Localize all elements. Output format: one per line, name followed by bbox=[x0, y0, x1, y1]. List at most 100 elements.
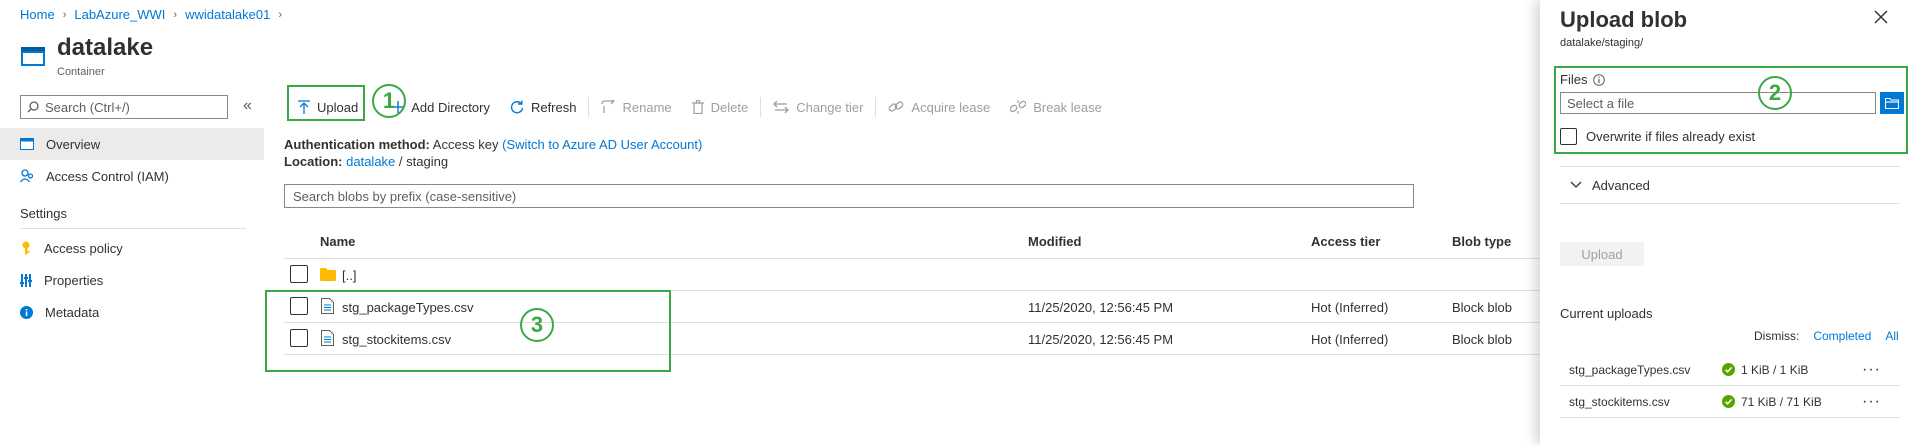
annotation-number-1: 1 bbox=[372, 84, 406, 118]
search-icon bbox=[27, 101, 39, 113]
column-header-modified[interactable]: Modified bbox=[1028, 234, 1081, 249]
sidebar-item-metadata[interactable]: Metadata bbox=[0, 296, 264, 328]
delete-label: Delete bbox=[710, 99, 749, 115]
advanced-label: Advanced bbox=[1592, 177, 1650, 193]
container-icon bbox=[20, 44, 46, 68]
change-tier-button[interactable]: Change tier bbox=[763, 92, 873, 122]
dismiss-completed-link[interactable]: Completed bbox=[1813, 329, 1871, 343]
collapse-nav-icon[interactable]: « bbox=[243, 97, 252, 115]
upload-submit-button[interactable]: Upload bbox=[1560, 242, 1644, 266]
change-tier-label: Change tier bbox=[796, 99, 864, 115]
sidebar-item-access-control[interactable]: Access Control (IAM) bbox=[0, 160, 264, 192]
toolbar: Upload Add Directory Refresh Rename Dele… bbox=[288, 90, 1112, 124]
upload-item-status: 1 KiB / 1 KiB bbox=[1722, 363, 1862, 377]
auth-method-label: Authentication method: bbox=[284, 137, 430, 152]
sidebar-item-label: Access Control (IAM) bbox=[46, 168, 169, 184]
sidebar-item-label: Properties bbox=[44, 272, 104, 288]
more-options-icon[interactable]: ··· bbox=[1862, 361, 1881, 379]
overview-icon bbox=[20, 138, 34, 150]
rename-icon bbox=[601, 100, 616, 114]
advanced-section-toggle[interactable]: Advanced bbox=[1560, 166, 1900, 204]
sidebar-item-label: Access policy bbox=[44, 240, 123, 256]
blob-type: Block blob bbox=[1452, 332, 1512, 347]
broken-link-icon bbox=[1010, 100, 1027, 114]
rename-button[interactable]: Rename bbox=[591, 92, 681, 122]
sidebar-item-properties[interactable]: Properties bbox=[0, 264, 264, 296]
chevron-down-icon bbox=[1570, 181, 1582, 189]
auth-method: Authentication method: Access key (Switc… bbox=[284, 137, 702, 152]
close-icon[interactable] bbox=[1874, 10, 1888, 24]
page-subtitle: Container bbox=[57, 66, 105, 78]
toolbar-separator bbox=[760, 97, 762, 117]
upload-item-name: stg_stockitems.csv bbox=[1569, 394, 1670, 409]
acquire-lease-button[interactable]: Acquire lease bbox=[878, 92, 1000, 122]
add-directory-label: Add Directory bbox=[411, 99, 490, 115]
acquire-lease-label: Acquire lease bbox=[911, 99, 991, 115]
properties-icon bbox=[20, 273, 32, 287]
people-icon bbox=[20, 169, 34, 183]
blob-access-tier: Hot (Inferred) bbox=[1311, 300, 1389, 315]
break-lease-button[interactable]: Break lease bbox=[1000, 92, 1112, 122]
annotation-box-2 bbox=[1554, 66, 1908, 154]
switch-auth-link[interactable]: (Switch to Azure AD User Account) bbox=[502, 137, 702, 152]
annotation-number-3: 3 bbox=[520, 308, 554, 342]
sidebar-item-label: Overview bbox=[46, 136, 101, 152]
upload-item: stg_packageTypes.csv 1 KiB / 1 KiB ··· bbox=[1560, 354, 1900, 386]
check-circle-icon bbox=[1722, 395, 1735, 408]
link-icon bbox=[888, 100, 904, 114]
delete-button[interactable]: Delete bbox=[682, 92, 759, 122]
blob-modified: 11/25/2020, 12:56:45 PM bbox=[1028, 300, 1174, 315]
breadcrumb-home[interactable]: Home bbox=[20, 7, 55, 22]
toolbar-separator bbox=[588, 97, 590, 117]
more-options-icon[interactable]: ··· bbox=[1862, 393, 1881, 411]
sidebar-item-overview[interactable]: Overview bbox=[0, 128, 264, 160]
current-uploads-heading: Current uploads bbox=[1560, 306, 1653, 321]
breadcrumb: Home › LabAzure_WWI › wwidatalake01 › bbox=[20, 7, 282, 22]
nav-search-input[interactable]: Search (Ctrl+/) bbox=[20, 95, 228, 119]
annotation-number-2: 2 bbox=[1758, 76, 1792, 110]
sidebar-item-label: Metadata bbox=[45, 304, 100, 320]
location-datalake-link[interactable]: datalake bbox=[346, 154, 395, 169]
trash-icon bbox=[691, 100, 704, 114]
upload-item-name: stg_packageTypes.csv bbox=[1569, 362, 1691, 377]
nav-section-settings: Settings bbox=[20, 206, 67, 221]
page-title: datalake bbox=[57, 34, 154, 61]
chevron-right-icon: › bbox=[278, 8, 283, 21]
blob-search-input[interactable]: Search blobs by prefix (case-sensitive) bbox=[284, 184, 1414, 208]
column-header-blob-type[interactable]: Blob type bbox=[1452, 234, 1511, 249]
annotation-box-1 bbox=[287, 85, 365, 121]
dismiss-controls: Dismiss: Completed All bbox=[1754, 329, 1899, 343]
upload-item-size: 1 KiB / 1 KiB bbox=[1741, 362, 1809, 377]
column-header-name[interactable]: Name bbox=[320, 234, 355, 249]
upload-blob-panel: Upload blob datalake/staging/ Files Sele… bbox=[1540, 0, 1914, 445]
breadcrumb-labazure[interactable]: LabAzure_WWI bbox=[74, 7, 165, 22]
breadcrumb-storage-account[interactable]: wwidatalake01 bbox=[185, 7, 270, 22]
parent-directory-link[interactable]: [..] bbox=[342, 268, 356, 283]
blob-type: Block blob bbox=[1452, 300, 1512, 315]
swap-arrows-icon bbox=[773, 101, 790, 113]
upload-item-status: 71 KiB / 71 KiB bbox=[1722, 395, 1862, 409]
blob-access-tier: Hot (Inferred) bbox=[1311, 332, 1389, 347]
row-checkbox[interactable] bbox=[290, 265, 308, 283]
chevron-right-icon: › bbox=[173, 8, 178, 21]
break-lease-label: Break lease bbox=[1033, 99, 1102, 115]
info-icon bbox=[20, 305, 33, 319]
location-folder: staging bbox=[406, 154, 449, 169]
location: Location: datalake / staging bbox=[284, 154, 448, 169]
rename-label: Rename bbox=[622, 99, 672, 115]
table-divider bbox=[284, 258, 1544, 259]
column-header-access-tier[interactable]: Access tier bbox=[1311, 234, 1380, 249]
refresh-label: Refresh bbox=[530, 99, 577, 115]
folder-icon bbox=[320, 268, 336, 281]
dismiss-label: Dismiss: bbox=[1754, 329, 1800, 343]
refresh-icon bbox=[510, 100, 524, 114]
key-icon bbox=[20, 241, 32, 255]
dismiss-all-link[interactable]: All bbox=[1885, 329, 1898, 343]
nav-search-placeholder: Search (Ctrl+/) bbox=[45, 99, 130, 115]
check-circle-icon bbox=[1722, 363, 1735, 376]
auth-method-value: Access key bbox=[432, 137, 499, 152]
refresh-button[interactable]: Refresh bbox=[500, 92, 587, 122]
blob-modified: 11/25/2020, 12:56:45 PM bbox=[1028, 332, 1174, 347]
panel-subtitle: datalake/staging/ bbox=[1560, 37, 1644, 49]
sidebar-item-access-policy[interactable]: Access policy bbox=[0, 232, 264, 264]
